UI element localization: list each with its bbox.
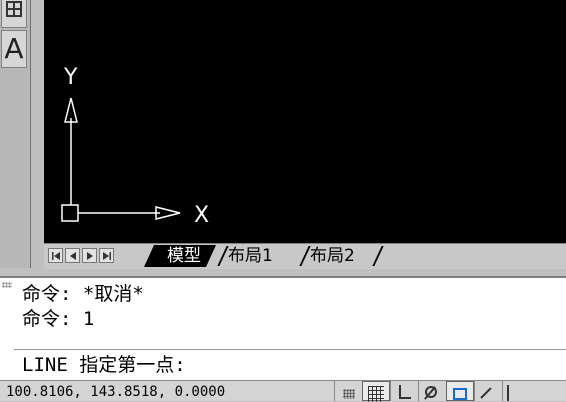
tab-layout2[interactable]: 布局2 bbox=[310, 245, 355, 267]
layout-tabs-bar: 模型 布局1 布局2 bbox=[44, 243, 566, 269]
next-tab-icon bbox=[87, 252, 93, 260]
last-tab-icon bbox=[103, 252, 111, 260]
left-toolbar: A bbox=[0, 0, 31, 268]
prev-tab-icon bbox=[70, 252, 76, 260]
grid-icon[interactable] bbox=[362, 381, 390, 402]
otrack-icon[interactable] bbox=[474, 381, 502, 401]
ucs-y-label: Y bbox=[63, 65, 78, 90]
ucs-icon: Y X bbox=[61, 65, 209, 228]
status-bar: 100.8106, 143.8518, 0.0000 bbox=[0, 380, 566, 402]
coordinate-readout[interactable]: 100.8106, 143.8518, 0.0000 bbox=[6, 384, 225, 400]
command-window: 命令: *取消* 命令: 1 LINE 指定第一点: bbox=[0, 276, 566, 382]
command-prompt-input[interactable]: LINE 指定第一点: bbox=[22, 352, 566, 378]
command-history: 命令: *取消* 命令: 1 bbox=[22, 282, 566, 332]
prev-tab-button[interactable] bbox=[65, 248, 80, 263]
ucs-x-label: X bbox=[194, 203, 209, 228]
grid-tool-button[interactable] bbox=[1, 0, 27, 28]
tab-separator bbox=[299, 246, 311, 266]
command-divider bbox=[14, 349, 566, 350]
drafting-settings bbox=[334, 381, 530, 402]
tab-separator bbox=[372, 246, 384, 266]
drawing-canvas[interactable]: Y X bbox=[44, 0, 566, 243]
more-icon[interactable] bbox=[502, 381, 530, 401]
ucs-origin-box bbox=[61, 204, 79, 222]
text-tool-icon: A bbox=[4, 32, 24, 65]
tab-layout1[interactable]: 布局1 bbox=[228, 245, 273, 267]
tab-separator bbox=[217, 246, 229, 266]
osnap-icon[interactable] bbox=[446, 381, 474, 401]
first-tab-button[interactable] bbox=[48, 248, 63, 263]
next-tab-button[interactable] bbox=[82, 248, 97, 263]
command-history-line: 命令: *取消* bbox=[22, 283, 144, 305]
command-history-line: 命令: 1 bbox=[22, 308, 95, 330]
tab-model[interactable]: 模型 bbox=[144, 245, 216, 267]
first-tab-icon bbox=[52, 252, 60, 260]
snap-icon[interactable] bbox=[334, 381, 362, 401]
command-window-grip[interactable] bbox=[2, 282, 12, 288]
polar-icon[interactable] bbox=[418, 381, 446, 401]
text-tool-button[interactable]: A bbox=[1, 30, 27, 68]
ortho-icon[interactable] bbox=[390, 381, 418, 401]
tab-navigation bbox=[48, 248, 116, 265]
grid-tool-icon bbox=[6, 1, 22, 17]
last-tab-button[interactable] bbox=[99, 248, 114, 263]
